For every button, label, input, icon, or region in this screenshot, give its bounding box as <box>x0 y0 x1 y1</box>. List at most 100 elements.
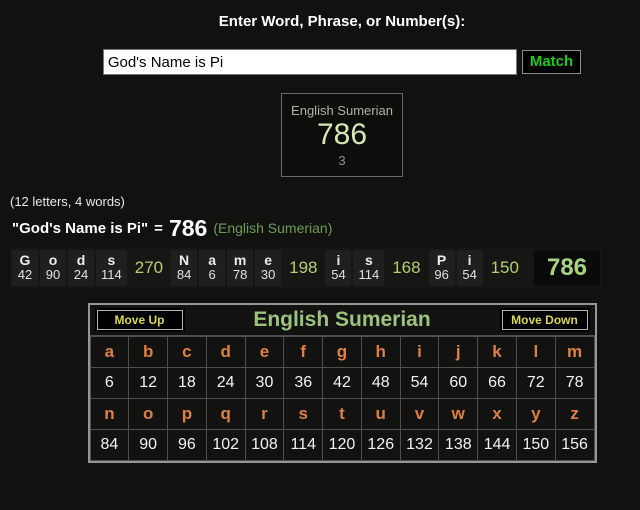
table-value-cell: 48 <box>360 366 401 399</box>
search-row: Match <box>102 49 582 75</box>
breakdown-letter: i <box>467 251 472 268</box>
breakdown-word-total: 270 <box>134 257 164 277</box>
cipher-table-header: Move Up English Sumerian Move Down <box>89 305 595 336</box>
breakdown-word-group: N 84 a 6 m 78 e 30 <box>171 249 282 286</box>
breakdown-letter-value: 24 <box>73 266 89 282</box>
table-letter-cell: u <box>360 397 401 430</box>
cipher-box-value: 786 <box>316 118 368 151</box>
cipher-box-secondary: 3 <box>338 152 346 168</box>
table-row: 6 12 18 24 30 36 42 48 54 60 66 72 78 <box>89 366 595 399</box>
table-value-cell: 36 <box>283 366 324 399</box>
table-value-cell: 78 <box>554 366 595 399</box>
table-value-cell: 108 <box>244 428 285 461</box>
table-letter-cell: k <box>477 335 517 368</box>
breakdown-letter-cell: d 24 <box>68 249 94 286</box>
breakdown-letter-value: 84 <box>176 266 192 282</box>
cipher-result-box[interactable]: English Sumerian 786 3 <box>281 93 403 177</box>
equation-equals: = <box>154 219 163 237</box>
breakdown-letter: P <box>436 251 447 268</box>
table-value-cell: 96 <box>167 428 207 461</box>
table-letter-cell: x <box>477 397 517 430</box>
table-letter-cell: v <box>399 397 440 430</box>
breakdown-letter-cell: i 54 <box>456 249 483 286</box>
breakdown-word-total: 150 <box>490 257 519 277</box>
table-letter-cell: p <box>167 397 207 430</box>
table-letter-cell: h <box>360 335 401 368</box>
breakdown-letter-cell: o 90 <box>40 249 66 286</box>
table-letter-cell: f <box>283 335 324 368</box>
move-down-button[interactable]: Move Down <box>501 309 588 330</box>
table-value-cell: 84 <box>89 428 130 461</box>
cipher-table-title: English Sumerian <box>253 307 431 331</box>
breakdown-letter-cell: G 42 <box>12 249 38 286</box>
table-value-cell: 156 <box>554 428 595 461</box>
table-value-cell: 30 <box>244 366 285 399</box>
breakdown-letter-cell: e 30 <box>255 249 282 286</box>
table-letter-cell: e <box>244 335 285 368</box>
table-letter-cell: l <box>515 335 556 368</box>
table-value-cell: 12 <box>128 366 169 399</box>
table-value-cell: 132 <box>399 428 440 461</box>
table-row: nopqrstuvwxyz <box>89 397 595 430</box>
table-letter-cell: d <box>205 335 246 368</box>
table-letter-cell: w <box>438 397 479 430</box>
table-value-cell: 126 <box>360 428 401 461</box>
table-letter-cell: j <box>438 335 479 368</box>
breakdown-letter-cell: s 114 <box>353 249 385 286</box>
breakdown-letter-value: 114 <box>358 266 380 282</box>
cipher-box-title: English Sumerian <box>291 103 393 118</box>
breakdown-word-group: P 96 i 54 <box>428 249 483 286</box>
table-row: abcdefghijklm <box>89 335 595 368</box>
breakdown-strip: G 42 o 90 d 24 s 114 270 N 84 a 6 m 78 e 30 198 i 54 s 114 168… <box>10 247 603 288</box>
equation: "God's Name is Pi" = 786 (English Sumeri… <box>12 215 640 242</box>
breakdown-grand-total: 786 <box>533 249 601 286</box>
breakdown-letter: a <box>208 251 216 268</box>
table-value-cell: 72 <box>515 366 556 399</box>
table-value-cell: 42 <box>322 366 362 399</box>
breakdown-word-total: 198 <box>289 257 318 277</box>
table-value-cell: 66 <box>477 366 517 399</box>
table-letter-cell: t <box>322 397 362 430</box>
table-value-cell: 138 <box>438 428 479 461</box>
table-value-cell: 60 <box>438 366 479 399</box>
table-value-cell: 120 <box>322 428 362 461</box>
breakdown-letter-value: 30 <box>260 266 276 282</box>
cipher-table: Move Up English Sumerian Move Down abcde… <box>87 302 597 463</box>
page-title: Enter Word, Phrase, or Number(s): <box>218 13 466 30</box>
letters-words-count: (12 letters, 4 words) <box>10 193 125 209</box>
table-letter-cell: b <box>128 335 169 368</box>
table-letter-cell: a <box>89 335 130 368</box>
table-value-cell: 54 <box>399 366 440 399</box>
breakdown-letter-value: 90 <box>45 266 61 282</box>
breakdown-letter-cell: N 84 <box>171 249 198 286</box>
table-letter-cell: q <box>205 397 246 430</box>
table-value-cell: 18 <box>167 366 207 399</box>
match-button[interactable]: Match <box>521 50 582 74</box>
breakdown-letter-cell: s 114 <box>96 249 127 286</box>
breakdown-letter-cell: i 54 <box>325 249 352 286</box>
table-letter-cell: y <box>515 397 556 430</box>
breakdown-letter-value: 54 <box>331 266 346 282</box>
breakdown-letter: N <box>179 251 190 268</box>
search-input[interactable] <box>102 49 517 75</box>
cipher-table-body: a b c d e f g h i j k l m 6 12 18 24 30 36 42 48 54 60 66 72 78 n o… <box>89 335 595 461</box>
breakdown-word-group: G 42 o 90 d 24 s 114 <box>12 249 127 286</box>
breakdown-letter-value: 42 <box>17 266 33 282</box>
table-row: 84 90 96 102 108 114 120 126 132 138 144 150 156 <box>89 428 595 461</box>
breakdown-letter-cell: a6 <box>199 249 226 286</box>
breakdown-letter-value: 114 <box>101 266 122 282</box>
breakdown-word-group: i 54 s 114 <box>325 249 385 286</box>
breakdown-letter-value: 78 <box>232 266 248 282</box>
table-value-cell: 144 <box>477 428 517 461</box>
breakdown-letter: o <box>48 251 58 268</box>
table-letter-cell: i <box>399 335 440 368</box>
table-letter-cell: r <box>244 397 285 430</box>
table-letter-cell: z <box>554 397 595 430</box>
breakdown-letter-cell: P 96 <box>428 249 455 286</box>
table-value-cell: 24 <box>205 366 246 399</box>
table-letter-cell: s <box>283 397 324 430</box>
move-up-button[interactable]: Move Up <box>96 309 183 330</box>
breakdown-letter: e <box>264 251 272 268</box>
breakdown-letter-value: 54 <box>462 266 477 282</box>
breakdown-letter: s <box>107 251 116 268</box>
